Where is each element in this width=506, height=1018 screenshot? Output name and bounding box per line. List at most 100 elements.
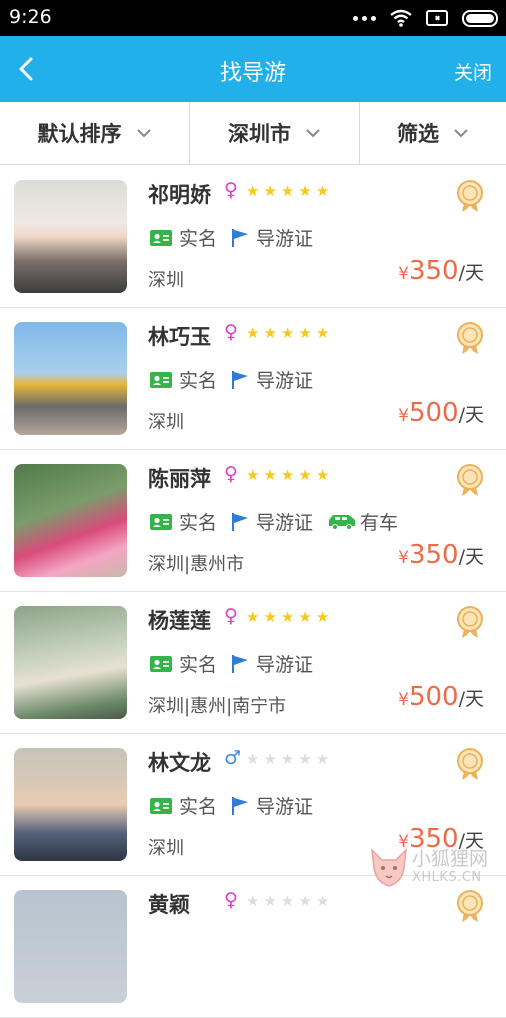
guide-cert-badge: 导游证 <box>231 366 313 393</box>
guide-cert-label: 导游证 <box>256 650 313 677</box>
price-unit: /天 <box>459 542 484 569</box>
badge-row: 实名 导游证 <box>150 650 327 677</box>
real-name-label: 实名 <box>179 792 217 819</box>
star-filled-icon: ★ <box>298 466 311 484</box>
star-rating: ★★★★★ <box>246 182 329 200</box>
badge-row: 实名 导游证 <box>150 224 327 251</box>
guide-cert-badge: 导游证 <box>231 508 313 535</box>
gold-medal-icon <box>456 605 484 639</box>
guide-avatar <box>14 464 127 577</box>
guide-list-item[interactable]: 黄颖♀★★★★★ <box>0 876 506 1018</box>
flag-icon <box>231 796 249 816</box>
badge-row: 实名 导游证 <box>150 366 327 393</box>
more-dots-icon <box>353 16 376 21</box>
car-label: 有车 <box>360 508 398 535</box>
watermark-url: XHLKS.CN <box>412 870 482 885</box>
guide-name: 祁明娇 <box>148 179 211 209</box>
price: ¥350/天 <box>398 256 484 286</box>
real-name-badge: 实名 <box>150 650 217 677</box>
watermark-name: 小狐狸网 <box>412 844 488 871</box>
currency-symbol: ¥ <box>398 264 409 284</box>
star-filled-icon: ★ <box>298 324 311 342</box>
price-unit: /天 <box>459 258 484 285</box>
guide-cert-label: 导游证 <box>256 508 313 535</box>
star-filled-icon: ★ <box>263 324 276 342</box>
star-filled-icon: ★ <box>246 466 259 484</box>
page-title: 找导游 <box>0 55 506 87</box>
flag-icon <box>231 654 249 674</box>
star-rating: ★★★★★ <box>246 608 329 626</box>
price: ¥350/天 <box>398 540 484 570</box>
star-empty-icon: ★ <box>316 892 329 910</box>
close-button[interactable]: 关闭 <box>454 58 492 85</box>
guide-cert-label: 导游证 <box>256 792 313 819</box>
star-empty-icon: ★ <box>316 750 329 768</box>
gold-medal-icon <box>456 321 484 355</box>
filter-dropdown[interactable]: 筛选 <box>360 102 506 164</box>
real-name-badge: 实名 <box>150 224 217 251</box>
chevron-down-icon <box>136 128 152 138</box>
currency-symbol: ¥ <box>398 406 409 426</box>
real-name-label: 实名 <box>179 366 217 393</box>
real-name-label: 实名 <box>179 650 217 677</box>
star-rating: ★★★★★ <box>246 750 329 768</box>
guide-cert-label: 导游证 <box>256 224 313 251</box>
guide-avatar <box>14 748 127 861</box>
price-amount: 500 <box>409 682 459 712</box>
sort-dropdown[interactable]: 默认排序 <box>0 102 190 164</box>
star-rating: ★★★★★ <box>246 892 329 910</box>
guide-cities: 深圳|惠州|南宁市 <box>148 692 286 718</box>
filter-bar: 默认排序 深圳市 筛选 <box>0 102 506 165</box>
wifi-icon <box>390 9 412 27</box>
guide-cert-label: 导游证 <box>256 366 313 393</box>
star-rating: ★★★★★ <box>246 324 329 342</box>
star-empty-icon: ★ <box>281 750 294 768</box>
price: ¥500/天 <box>398 682 484 712</box>
guide-list-item[interactable]: 林巧玉♀★★★★★实名导游证深圳¥500/天 <box>0 308 506 450</box>
star-empty-icon: ★ <box>298 750 311 768</box>
id-card-icon <box>150 230 172 246</box>
filter-label: 筛选 <box>397 118 439 148</box>
guide-list-item[interactable]: 陈丽萍♀★★★★★实名导游证有车深圳|惠州市¥350/天 <box>0 450 506 592</box>
id-card-icon <box>150 514 172 530</box>
battery-icon <box>462 10 498 27</box>
real-name-badge: 实名 <box>150 366 217 393</box>
star-empty-icon: ★ <box>246 750 259 768</box>
city-label: 深圳市 <box>228 118 291 148</box>
gold-medal-icon <box>456 179 484 213</box>
real-name-label: 实名 <box>179 224 217 251</box>
gold-medal-icon <box>456 889 484 923</box>
guide-list-item[interactable]: 祁明娇♀★★★★★实名导游证深圳¥350/天 <box>0 166 506 308</box>
guide-avatar <box>14 890 127 1003</box>
guide-list-item[interactable]: 杨莲莲♀★★★★★实名导游证深圳|惠州|南宁市¥500/天 <box>0 592 506 734</box>
flag-icon <box>231 512 249 532</box>
gold-medal-icon <box>456 747 484 781</box>
city-dropdown[interactable]: 深圳市 <box>190 102 360 164</box>
guide-name: 林文龙 <box>148 747 211 777</box>
gold-medal-icon <box>456 463 484 497</box>
id-card-icon <box>150 798 172 814</box>
currency-symbol: ¥ <box>398 548 409 568</box>
flag-icon <box>231 228 249 248</box>
badge-row: 实名 导游证 <box>150 792 327 819</box>
price-unit: /天 <box>459 400 484 427</box>
status-icons <box>353 8 498 28</box>
female-icon: ♀ <box>224 179 238 201</box>
star-filled-icon: ★ <box>316 182 329 200</box>
real-name-label: 实名 <box>179 508 217 535</box>
star-filled-icon: ★ <box>263 466 276 484</box>
price: ¥500/天 <box>398 398 484 428</box>
star-filled-icon: ★ <box>246 182 259 200</box>
real-name-badge: 实名 <box>150 792 217 819</box>
guide-cert-badge: 导游证 <box>231 650 313 677</box>
guide-cities: 深圳 <box>148 266 184 292</box>
star-filled-icon: ★ <box>246 608 259 626</box>
currency-symbol: ¥ <box>398 690 409 710</box>
car-badge: 有车 <box>327 508 398 535</box>
male-icon: ♂ <box>224 747 241 769</box>
female-icon: ♀ <box>224 463 238 485</box>
guide-name: 陈丽萍 <box>148 463 211 493</box>
star-filled-icon: ★ <box>263 608 276 626</box>
id-card-icon <box>150 656 172 672</box>
title-bar: 找导游 关闭 <box>0 36 506 102</box>
